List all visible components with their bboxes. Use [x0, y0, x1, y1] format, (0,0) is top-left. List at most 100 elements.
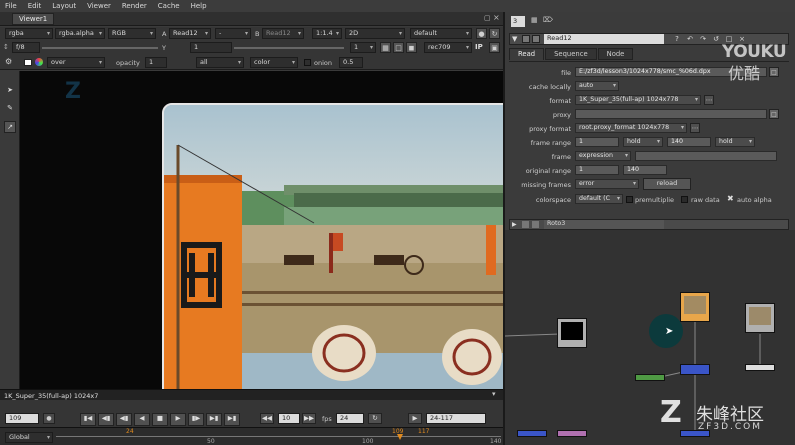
redo-icon[interactable]: ↷	[698, 34, 708, 44]
viewer-canvas[interactable]: Z	[20, 71, 503, 389]
tab-node[interactable]: Node	[597, 48, 634, 60]
status-dropdown-icon[interactable]: ▾	[492, 390, 496, 398]
help-icon[interactable]: ?	[672, 34, 682, 44]
gain-slider[interactable]	[42, 47, 158, 49]
premultiplied-checkbox[interactable]	[626, 196, 633, 203]
auto-alpha-checkbox[interactable]: ✖	[727, 194, 734, 203]
before-dropdown[interactable]: hold	[623, 137, 663, 147]
collapse-icon[interactable]: ▼	[512, 35, 517, 43]
view-mode-dropdown[interactable]: 2D	[345, 28, 405, 39]
menu-cache[interactable]: Cache	[158, 2, 180, 10]
frame-range-field[interactable]: 24-117	[426, 413, 486, 424]
overlay-dropdown[interactable]: color	[250, 57, 298, 68]
node-color-icon[interactable]	[522, 35, 530, 43]
play-icon[interactable]: ▶	[170, 413, 186, 426]
node-name-field[interactable]: Read12	[544, 34, 664, 44]
proxy-field[interactable]	[575, 109, 767, 119]
tab-sequence[interactable]: Sequence	[545, 48, 597, 60]
format-dropdown[interactable]: 1K_Super_35(full-ap) 1024x778	[575, 95, 701, 105]
step-count-field[interactable]: 10	[278, 413, 300, 424]
folder-icon[interactable]: □	[769, 67, 779, 77]
fstop-field[interactable]: f/8	[12, 42, 40, 53]
prev-keyframe-icon[interactable]: ◀▮	[98, 413, 114, 426]
first-frame-icon[interactable]: ▮◀	[80, 413, 96, 426]
node-gl-icon[interactable]	[532, 35, 540, 43]
node-read-selected[interactable]	[680, 292, 710, 322]
menu-help[interactable]: Help	[191, 2, 207, 10]
proxy-scale-dropdown[interactable]: 1	[350, 42, 376, 53]
gear-icon[interactable]: ⚙	[5, 57, 12, 66]
gamma-slider[interactable]	[234, 47, 344, 49]
node-blue-1[interactable]	[680, 364, 710, 375]
fps-field[interactable]: 24	[336, 413, 364, 424]
frame-first-field[interactable]: 1	[575, 137, 619, 147]
missing-frames-dropdown[interactable]: error	[575, 179, 639, 189]
next-keyframe-icon[interactable]: ▶▮	[206, 413, 222, 426]
expand-icon[interactable]: ▶	[512, 221, 517, 228]
fstop-arrows-icon[interactable]: ↕	[3, 43, 9, 51]
frame-value-field[interactable]	[635, 151, 777, 161]
node-read-2[interactable]	[745, 303, 775, 333]
ip-button[interactable]: IP	[475, 43, 483, 51]
lock-frame-icon[interactable]: ●	[43, 413, 55, 424]
proxy-format-dropdown[interactable]: root.proxy_format 1024x778	[575, 123, 687, 133]
colorspace-dropdown[interactable]: default (C	[575, 194, 623, 204]
step-forward-icon[interactable]: ▶▶	[302, 413, 316, 424]
onion-checkbox[interactable]	[304, 59, 311, 66]
prev-frame-icon[interactable]: ◀▮	[116, 413, 132, 426]
menu-layout[interactable]: Layout	[52, 2, 76, 10]
timeline[interactable]: Global 24 50 100 109 117 140	[0, 427, 503, 445]
node-green[interactable]	[635, 374, 665, 381]
zoom-dropdown[interactable]: 1:1.4	[312, 28, 342, 39]
after-dropdown[interactable]: hold	[715, 137, 755, 147]
node-blue-2[interactable]	[517, 430, 547, 437]
alpha-dropdown[interactable]: rgba.alpha	[55, 28, 105, 39]
node-white[interactable]	[745, 364, 775, 371]
clear-panels-icon[interactable]: ⌦	[543, 16, 553, 24]
play-backward-icon[interactable]: ◀	[134, 413, 150, 426]
raw-data-checkbox[interactable]	[681, 196, 688, 203]
gamma-field[interactable]: 1	[190, 42, 232, 53]
orig-last-field[interactable]: 140	[623, 165, 667, 175]
roto-node-header[interactable]: ▶ Roto3	[509, 219, 789, 230]
transform-icon[interactable]: ↗	[4, 121, 16, 133]
step-back-icon[interactable]: ◀◀	[260, 413, 274, 424]
proxy-format-edit-icon[interactable]: ⋯	[690, 123, 700, 133]
tab-read[interactable]: Read	[509, 48, 545, 60]
tab-viewer1[interactable]: Viewer1	[12, 13, 54, 25]
viewer-lut-dropdown[interactable]: default	[410, 28, 472, 39]
proxy-folder-icon[interactable]: □	[769, 109, 779, 119]
frame-mode-dropdown[interactable]: expression	[575, 151, 631, 161]
roi-icon[interactable]: ▦	[380, 42, 391, 53]
last-frame-icon[interactable]: ▶▮	[224, 413, 240, 426]
menu-viewer[interactable]: Viewer	[87, 2, 111, 10]
color-wheel-icon[interactable]	[35, 58, 43, 66]
float-icon[interactable]: ▢	[484, 14, 491, 22]
display-channels-dropdown[interactable]: RGB	[108, 28, 156, 39]
reset-icon[interactable]: ↺	[711, 34, 721, 44]
pause-icon[interactable]: ◼	[406, 42, 417, 53]
view-scope-dropdown[interactable]: Global	[5, 432, 53, 443]
range-icon[interactable]: ▶	[408, 413, 422, 424]
orig-first-field[interactable]: 1	[575, 165, 619, 175]
opacity-field[interactable]: 1	[145, 57, 167, 68]
pin-icon[interactable]: ▦	[531, 16, 538, 24]
brush-icon[interactable]: ✎	[5, 103, 15, 113]
node-pink[interactable]	[557, 430, 587, 437]
checkbox-icon[interactable]	[24, 59, 32, 66]
format-edit-icon[interactable]: ⋯	[704, 95, 714, 105]
frame-last-field[interactable]: 140	[667, 137, 711, 147]
clip-icon[interactable]: □	[393, 42, 404, 53]
cache-dropdown[interactable]: auto	[575, 81, 619, 91]
undo-icon[interactable]: ↶	[685, 34, 695, 44]
next-frame-icon[interactable]: ▮▶	[188, 413, 204, 426]
mask-channel-dropdown[interactable]: all	[196, 57, 244, 68]
input-a-dropdown[interactable]: Read12	[169, 28, 211, 39]
menu-file[interactable]: File	[5, 2, 17, 10]
compare-op-dropdown[interactable]: -	[215, 28, 251, 39]
arrow-icon[interactable]: ➤	[5, 85, 15, 95]
menu-render[interactable]: Render	[122, 2, 147, 10]
reload-button[interactable]: reload	[643, 178, 691, 190]
overlay-icon[interactable]: ▣	[489, 42, 500, 53]
roto-name-field[interactable]: Roto3	[544, 220, 664, 229]
